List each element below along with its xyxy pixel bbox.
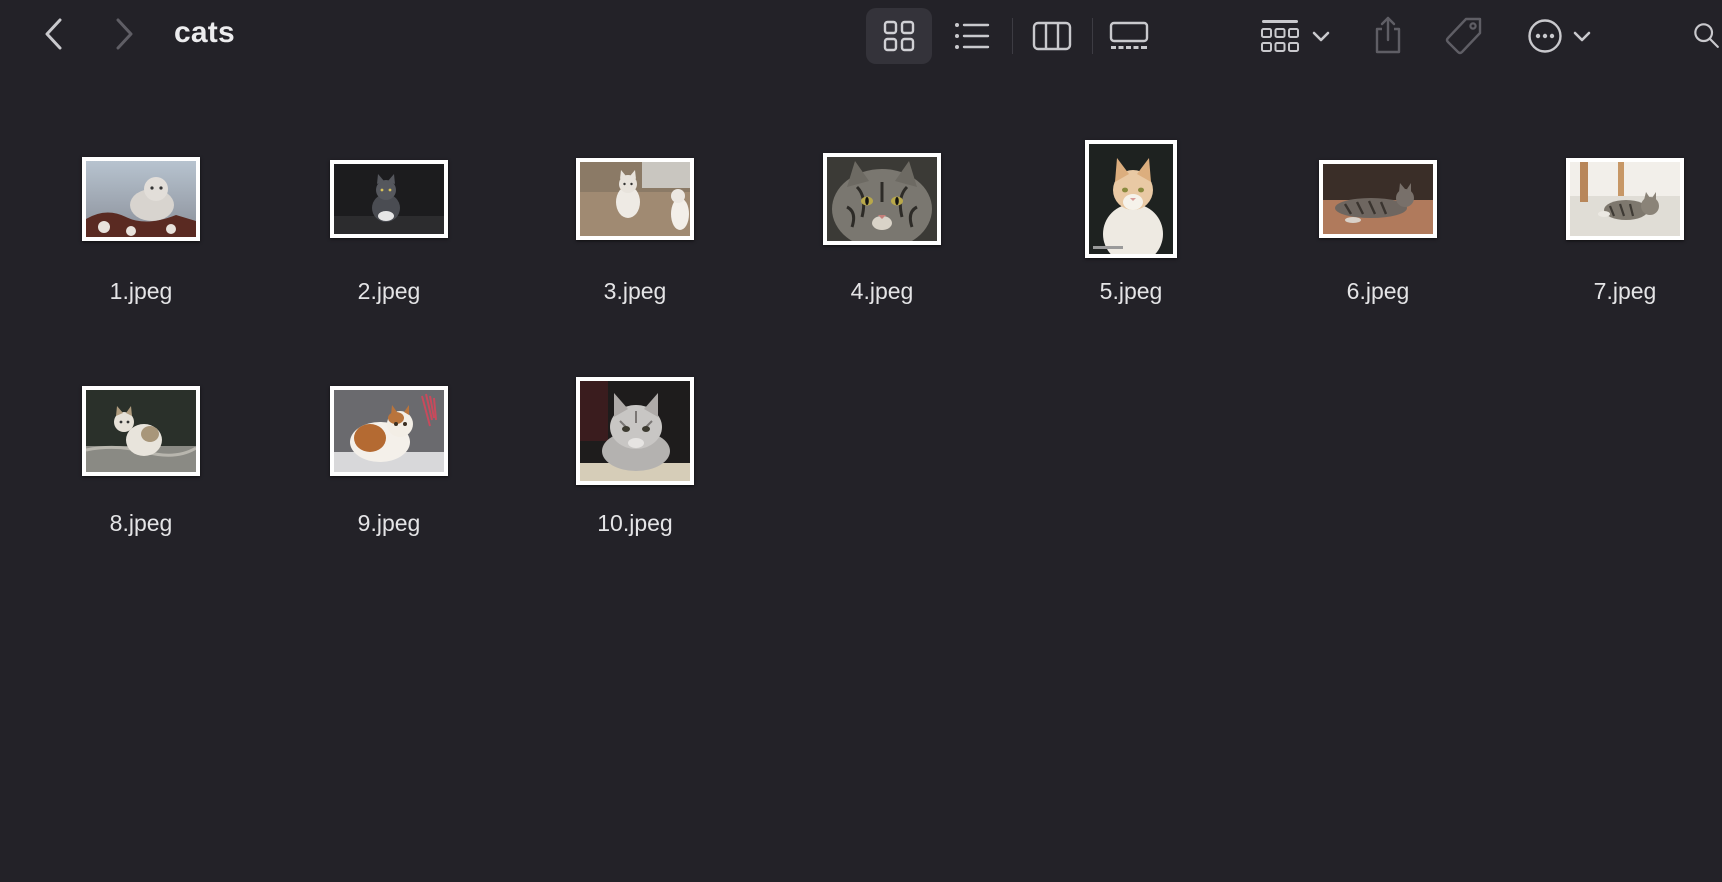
gallery-view-icon <box>1109 21 1149 49</box>
image-thumbnail <box>82 157 200 241</box>
column-view-button[interactable] <box>1026 12 1078 60</box>
file-item[interactable]: 3.jpeg <box>535 134 735 334</box>
file-item[interactable]: 1.jpeg <box>41 134 241 334</box>
file-name: 6.jpeg <box>1346 278 1410 304</box>
image-thumbnail <box>1319 160 1437 238</box>
image-thumbnail <box>823 153 941 245</box>
more-actions-button[interactable] <box>1524 12 1596 60</box>
file-item[interactable]: 10.jpeg <box>535 366 735 566</box>
file-item[interactable]: 9.jpeg <box>289 366 489 566</box>
image-thumbnail <box>330 160 448 238</box>
file-name: 1.jpeg <box>109 278 173 304</box>
file-name: 8.jpeg <box>109 510 173 536</box>
chevron-right-icon <box>116 18 133 50</box>
image-thumbnail <box>330 386 448 476</box>
search-button[interactable] <box>1692 14 1722 58</box>
file-name: 3.jpeg <box>603 278 667 304</box>
image-thumbnail <box>1566 158 1684 240</box>
back-button[interactable] <box>34 14 74 54</box>
file-name: 2.jpeg <box>357 278 421 304</box>
file-item[interactable]: 2.jpeg <box>289 134 489 334</box>
finder-window: cats 1.jpeg 2.jpeg 3.jpeg 4.jpeg 5.jpeg … <box>0 0 1722 882</box>
chevron-down-icon <box>1573 31 1591 42</box>
file-item[interactable]: 8.jpeg <box>41 366 241 566</box>
file-name: 4.jpeg <box>850 278 914 304</box>
group-by-icon <box>1261 20 1299 52</box>
list-view-icon <box>955 23 990 49</box>
toolbar-divider <box>1092 18 1093 54</box>
file-name: 7.jpeg <box>1593 278 1657 304</box>
file-item[interactable]: 4.jpeg <box>782 134 982 334</box>
search-icon <box>1694 23 1719 48</box>
image-thumbnail <box>1085 140 1177 258</box>
image-thumbnail <box>82 386 200 476</box>
file-name: 5.jpeg <box>1099 278 1163 304</box>
image-thumbnail <box>576 158 694 240</box>
file-item[interactable]: 7.jpeg <box>1525 134 1722 334</box>
tags-button[interactable] <box>1442 12 1486 60</box>
image-thumbnail <box>576 377 694 485</box>
file-item[interactable]: 6.jpeg <box>1278 134 1478 334</box>
group-by-button[interactable] <box>1256 12 1336 60</box>
grid-view-icon <box>883 20 915 52</box>
gallery-view-button[interactable] <box>1102 12 1156 60</box>
window-title: cats <box>174 16 235 49</box>
column-view-icon <box>1032 21 1072 51</box>
list-view-button[interactable] <box>946 12 998 60</box>
file-name: 10.jpeg <box>597 510 673 536</box>
icon-view-button[interactable] <box>866 8 932 64</box>
chevron-left-icon <box>45 18 62 50</box>
chevron-down-icon <box>1312 31 1330 42</box>
toolbar: cats <box>0 0 1722 72</box>
file-name: 9.jpeg <box>357 510 421 536</box>
share-button[interactable] <box>1368 10 1408 60</box>
tag-icon <box>1445 17 1482 55</box>
file-item[interactable]: 5.jpeg <box>1031 134 1231 334</box>
share-icon <box>1375 16 1401 54</box>
ellipsis-circle-icon <box>1528 19 1562 53</box>
toolbar-divider <box>1012 18 1013 54</box>
forward-button[interactable] <box>104 14 144 54</box>
